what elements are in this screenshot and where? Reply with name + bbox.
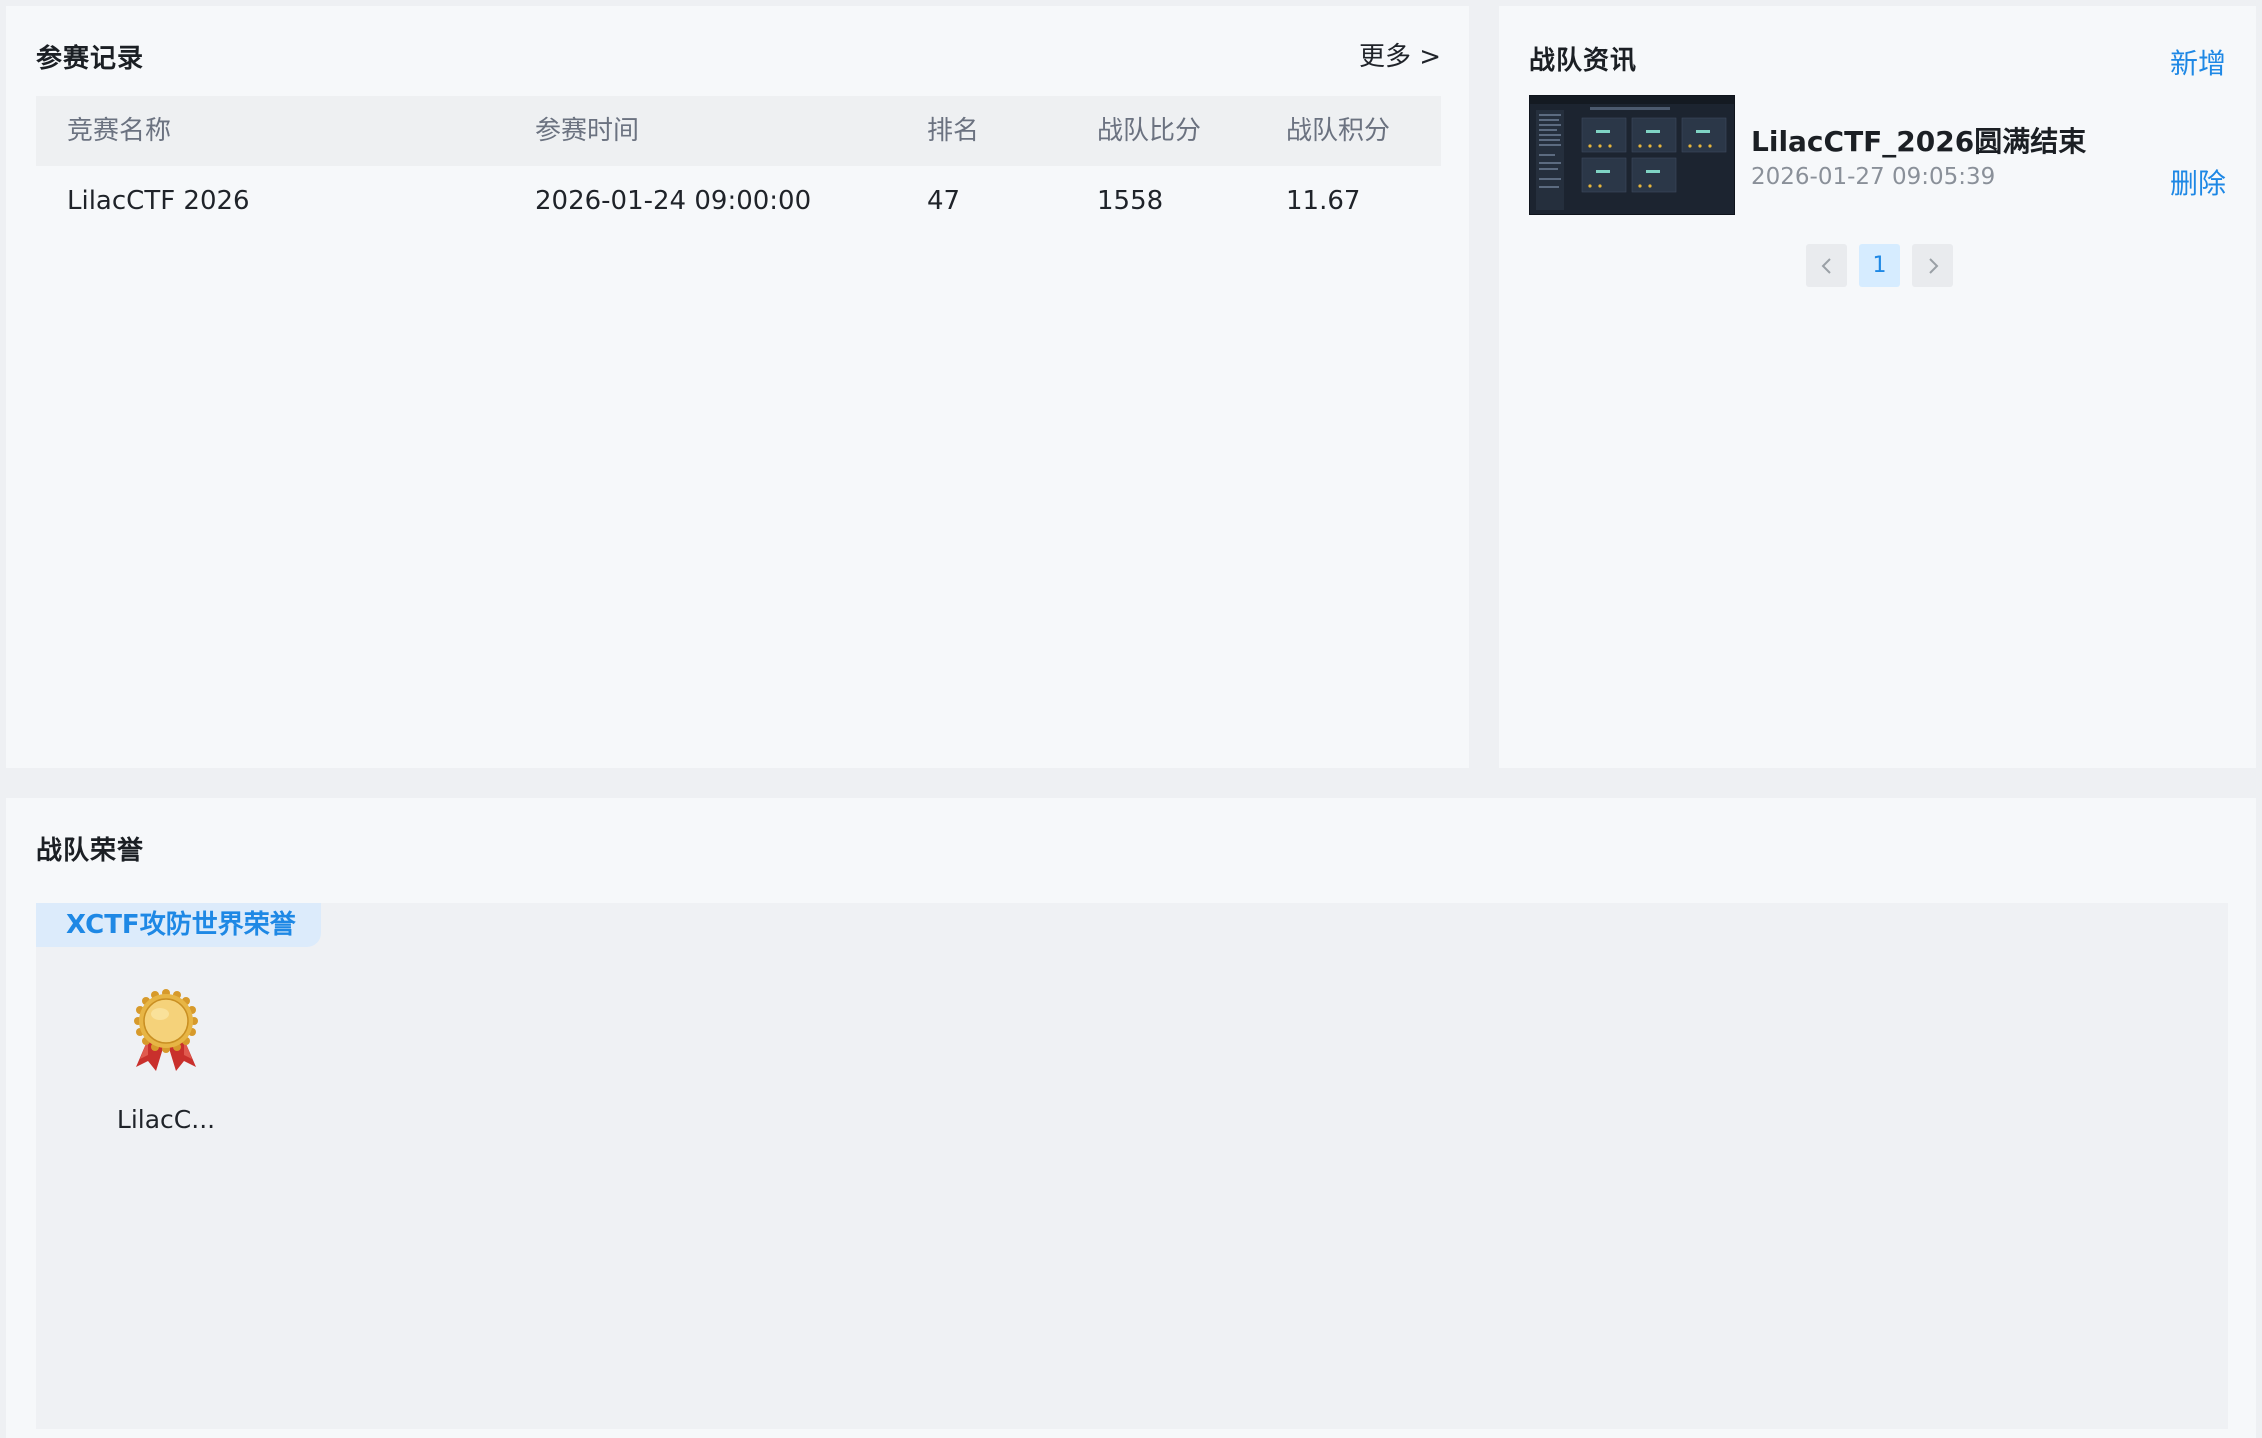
news-item-title[interactable]: LilacCTF_2026圆满结束 <box>1751 120 2086 160</box>
pagination: 1 <box>1806 244 1953 287</box>
records-table-header: 竞赛名称 参赛时间 排名 战队比分 战队积分 <box>36 96 1441 166</box>
competition-records-panel: 参赛记录 更多 > 竞赛名称 参赛时间 排名 战队比分 战队积分 LilacCT… <box>6 6 1469 768</box>
honors-category-tab[interactable]: XCTF攻防世界荣誉 <box>36 903 321 947</box>
more-records-link[interactable]: 更多 > <box>1359 36 1441 73</box>
cell-competition-name: LilacCTF 2026 <box>67 186 250 216</box>
cell-team-points: 11.67 <box>1286 186 1361 216</box>
delete-news-button[interactable]: 删除 <box>2170 162 2226 202</box>
add-news-button[interactable]: 新增 <box>2170 42 2226 82</box>
team-news-panel: 战队资讯 新增 LilacCTF_2026圆满结束 2026-01-27 09:… <box>1499 6 2256 768</box>
news-title: 战队资讯 <box>1529 46 1638 76</box>
column-header-rank: 排名 <box>927 116 980 146</box>
news-thumbnail-image[interactable] <box>1529 95 1735 215</box>
chevron-right-icon <box>1928 257 1938 274</box>
medal-icon[interactable] <box>126 987 206 1073</box>
cell-rank: 47 <box>927 186 961 216</box>
column-header-competition-name: 竞赛名称 <box>67 116 172 146</box>
prev-page-button[interactable] <box>1806 244 1847 287</box>
next-page-button[interactable] <box>1912 244 1953 287</box>
gold-medal-icon <box>134 989 198 1071</box>
chevron-left-icon <box>1821 257 1831 274</box>
screenshot-thumbnail-icon <box>1530 96 1734 214</box>
page-number-button[interactable]: 1 <box>1859 244 1900 287</box>
honors-content-area: XCTF攻防世界荣誉 LilacC... <box>36 903 2228 1429</box>
records-title: 参赛记录 <box>36 44 145 74</box>
honors-title: 战队荣誉 <box>36 836 145 866</box>
team-honors-panel: 战队荣誉 XCTF攻防世界荣誉 LilacC... <box>6 798 2256 1438</box>
cell-participation-time: 2026-01-24 09:00:00 <box>535 186 812 216</box>
column-header-team-score: 战队比分 <box>1097 116 1202 146</box>
table-row[interactable]: LilacCTF 2026 2026-01-24 09:00:00 47 155… <box>36 166 1441 236</box>
news-item-time: 2026-01-27 09:05:39 <box>1751 164 1996 190</box>
cell-team-score: 1558 <box>1097 186 1164 216</box>
column-header-team-points: 战队积分 <box>1286 116 1391 146</box>
records-table: 竞赛名称 参赛时间 排名 战队比分 战队积分 LilacCTF 2026 202… <box>36 96 1441 236</box>
column-header-participation-time: 参赛时间 <box>535 116 640 146</box>
medal-label: LilacC... <box>116 1105 216 1134</box>
